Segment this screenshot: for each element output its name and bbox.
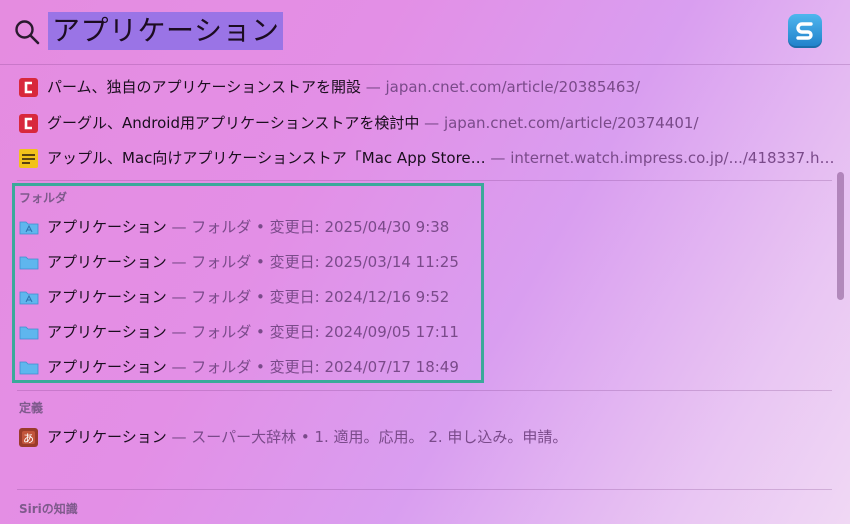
divider — [17, 180, 832, 181]
cnet-icon — [19, 78, 38, 97]
dictionary-icon: あ — [19, 428, 38, 447]
divider — [0, 64, 850, 65]
web-result-row[interactable]: アップル、Mac向けアプリケーションストア「Mac App Store… — i… — [0, 143, 834, 173]
definition-result-row[interactable]: あ アプリケーション — スーパー大辞林 • 1. 適用。応用。 2. 申し込み… — [0, 422, 830, 452]
highlight-annotation-box — [12, 183, 484, 383]
result-source: — japan.cnet.com/article/20374401/ — [419, 114, 699, 132]
svg-text:あ: あ — [23, 432, 34, 445]
impress-watch-icon — [19, 149, 38, 168]
result-title: アップル、Mac向けアプリケーションストア「Mac App Store… — [47, 149, 486, 167]
search-icon — [15, 20, 40, 45]
divider — [17, 390, 832, 391]
scrollbar[interactable] — [837, 172, 844, 300]
cnet-icon — [19, 114, 38, 133]
web-result-row[interactable]: パーム、独自のアプリケーションストアを開設 — japan.cnet.com/a… — [0, 72, 830, 102]
result-title: グーグル、Android用アプリケーションストアを検討中 — [47, 114, 420, 132]
result-source: — japan.cnet.com/article/20385463/ — [360, 78, 641, 96]
definition-meta: — スーパー大辞林 • 1. 適用。応用。 2. 申し込み。申請。 — [166, 428, 568, 446]
search-input[interactable]: アプリケーション — [48, 12, 284, 50]
section-label-siri-knowledge: Siriの知識 — [19, 502, 78, 516]
snagit-app-icon — [788, 14, 822, 48]
result-title: パーム、独自のアプリケーションストアを開設 — [47, 78, 361, 96]
section-label-definition: 定義 — [19, 401, 44, 415]
divider — [17, 489, 832, 490]
web-result-row[interactable]: グーグル、Android用アプリケーションストアを検討中 — japan.cne… — [0, 108, 830, 138]
definition-term: アプリケーション — [47, 428, 167, 446]
result-source: — internet.watch.impress.co.jp/.../41833… — [485, 149, 835, 167]
search-bar[interactable]: アプリケーション — [0, 0, 850, 64]
